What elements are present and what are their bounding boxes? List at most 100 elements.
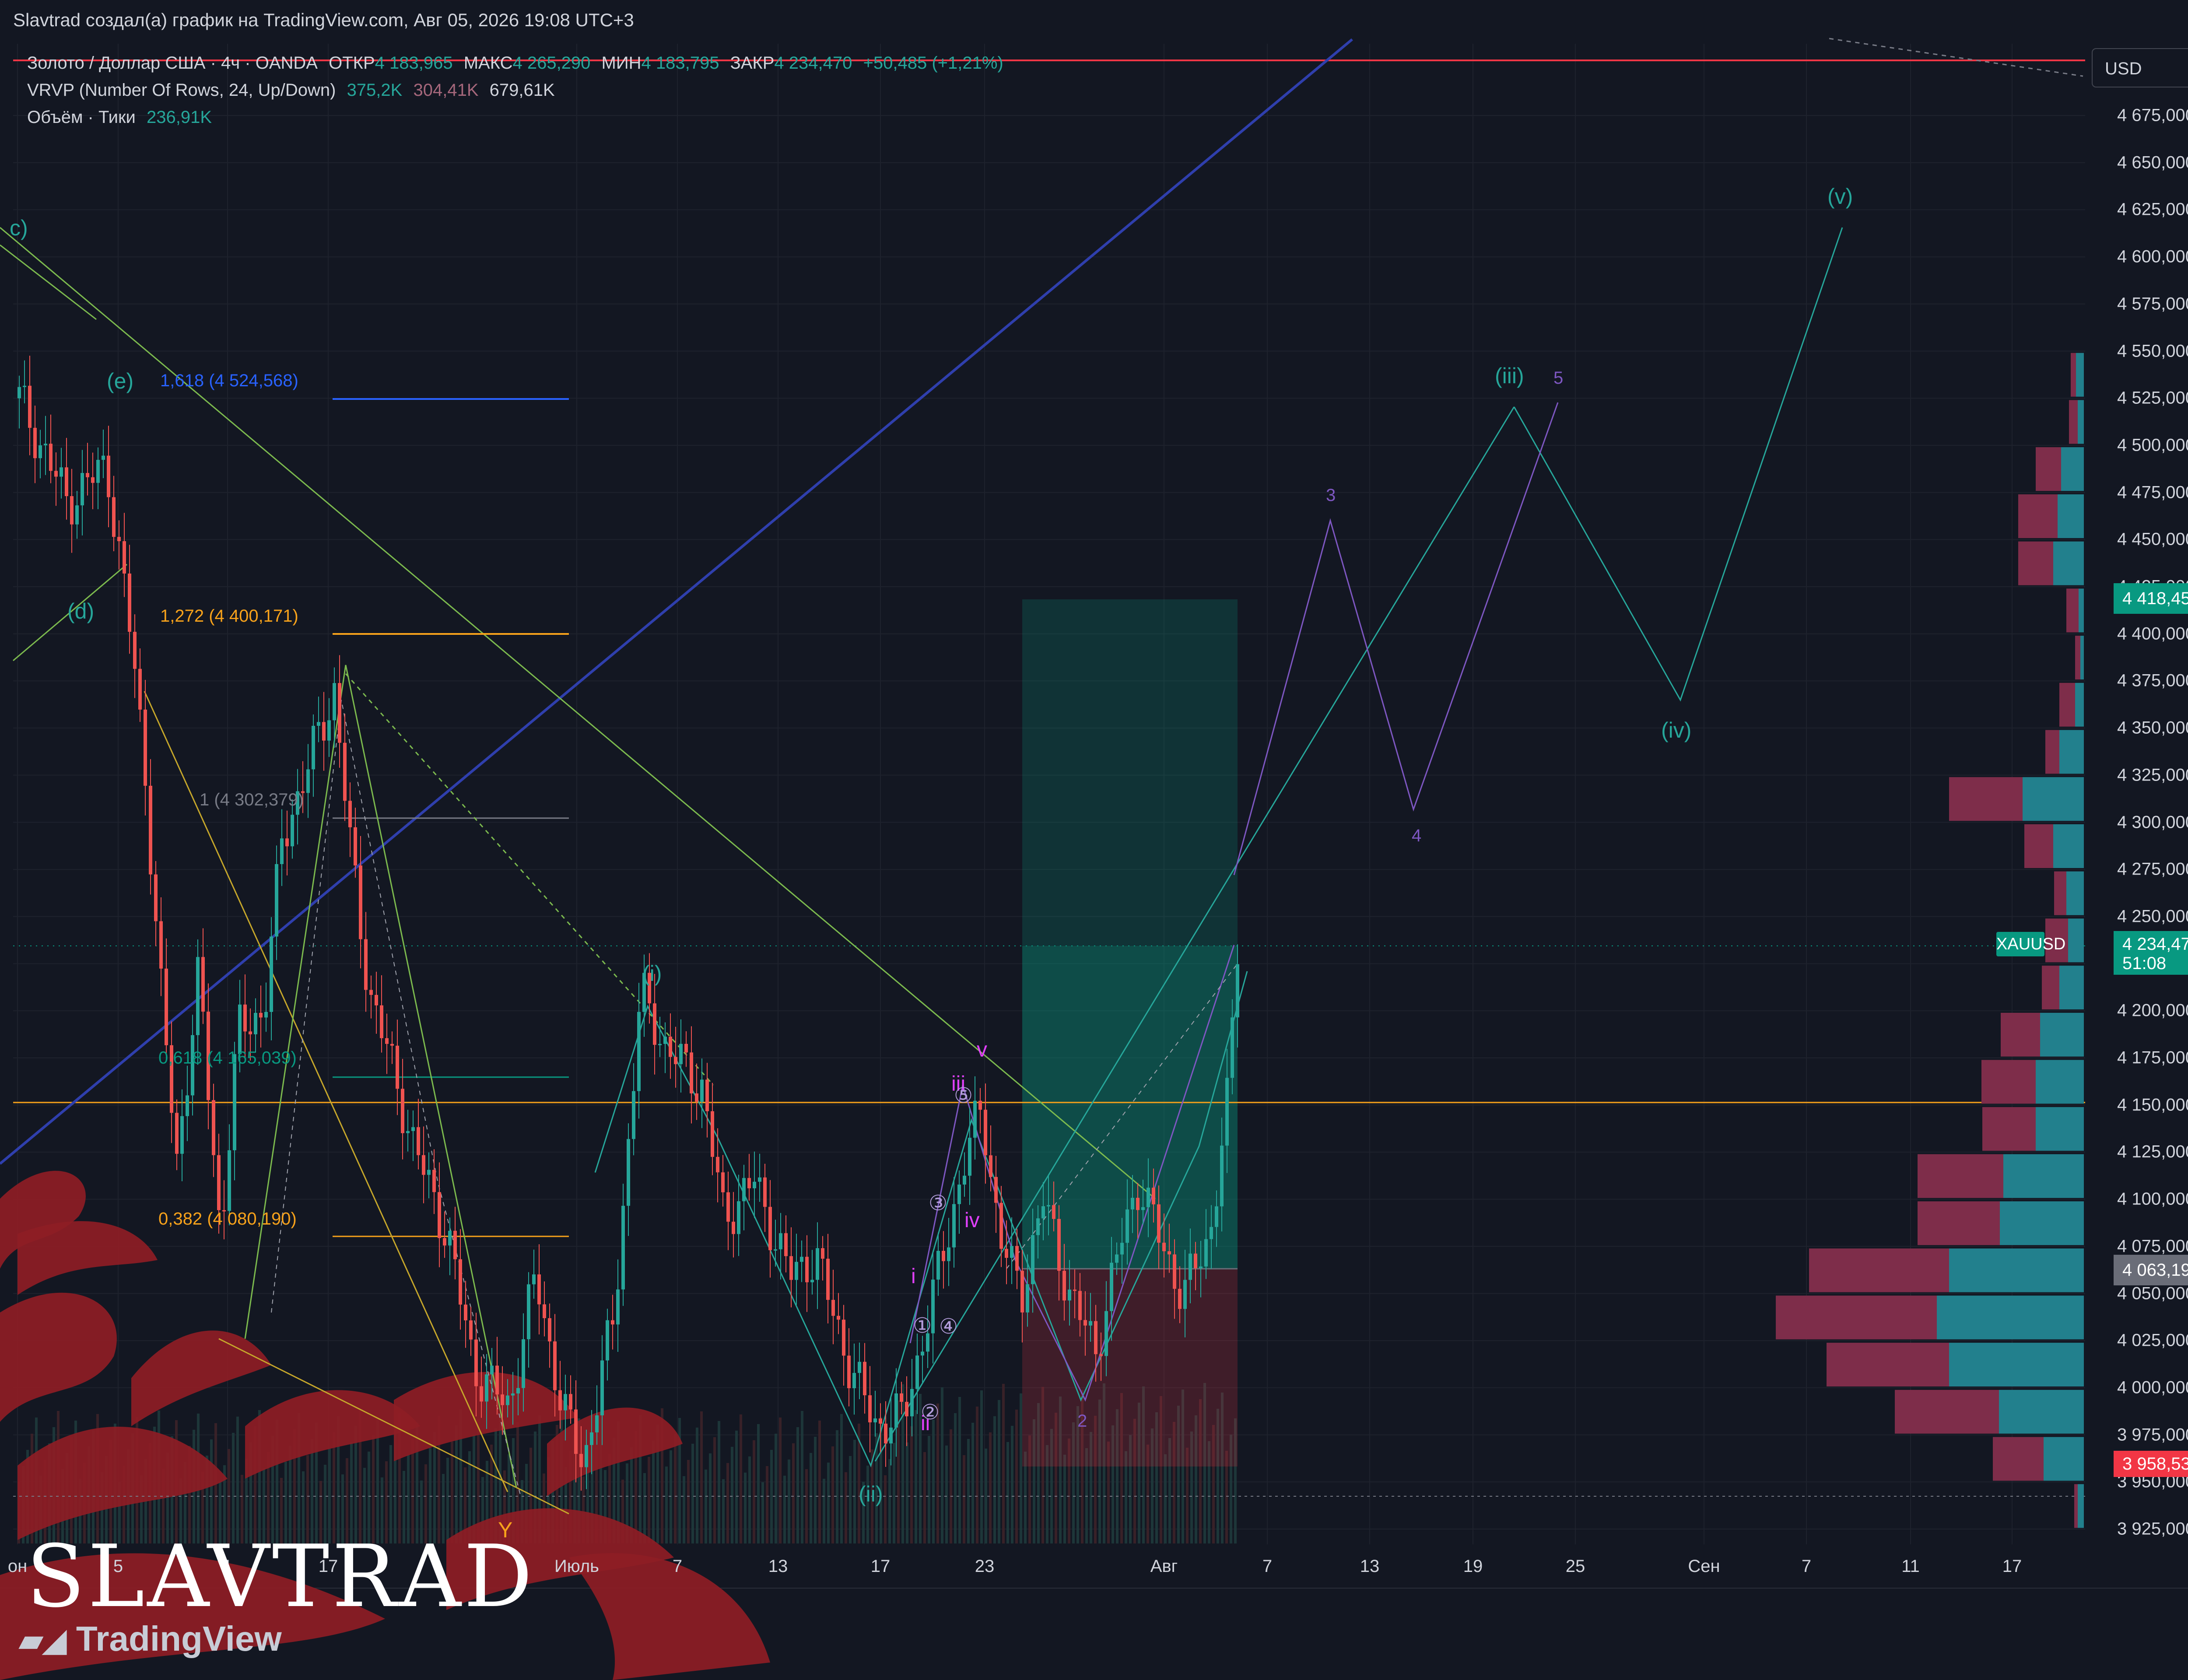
candle bbox=[705, 1063, 709, 1138]
candle-body bbox=[611, 1320, 614, 1325]
candle-body bbox=[180, 1116, 184, 1154]
candle bbox=[33, 406, 37, 483]
volume-bar bbox=[958, 1397, 961, 1544]
candle bbox=[39, 430, 42, 479]
candle-body bbox=[396, 1046, 399, 1089]
candle bbox=[312, 714, 315, 797]
candle bbox=[180, 1089, 184, 1182]
candle-body bbox=[663, 1036, 667, 1044]
candle-body bbox=[390, 1044, 394, 1046]
candle-body bbox=[1199, 1266, 1203, 1268]
price-axis-tick: 4 150,000 bbox=[2117, 1095, 2188, 1115]
wave-label-iv-minor: iv bbox=[964, 1209, 980, 1232]
candle-body bbox=[411, 1127, 415, 1131]
candle bbox=[653, 973, 656, 1075]
candle-body bbox=[574, 1409, 578, 1454]
volume-bar bbox=[665, 1466, 668, 1544]
candle-body bbox=[800, 1256, 803, 1262]
volume-profile-up-bar bbox=[2044, 1437, 2084, 1481]
volume-bar bbox=[740, 1414, 742, 1544]
vrvp-label[interactable]: VRVP (Number Of Rows, 24, Up/Down) bbox=[27, 80, 336, 100]
candle bbox=[963, 1152, 966, 1197]
candle bbox=[196, 939, 200, 1065]
candle-body bbox=[28, 385, 32, 428]
volume-profile-down-bar bbox=[1776, 1295, 1937, 1340]
candle-body bbox=[658, 1044, 662, 1046]
volume-profile-down-bar bbox=[2042, 966, 2059, 1010]
candle-body bbox=[406, 1131, 410, 1134]
price-axis-tick: 4 650,000 bbox=[2117, 153, 2188, 172]
volume-bar bbox=[713, 1437, 716, 1544]
candle bbox=[942, 1231, 945, 1289]
fib-level-1272[interactable]: 1,272 (4 400,171) bbox=[160, 606, 298, 626]
candle-body bbox=[1126, 1209, 1129, 1243]
price-axis-tick: 4 050,000 bbox=[2117, 1284, 2188, 1303]
candle bbox=[60, 448, 63, 499]
candle-body bbox=[453, 1231, 457, 1260]
candle-body bbox=[86, 473, 89, 477]
volume-bar bbox=[805, 1469, 808, 1544]
fib-level-0382[interactable]: 0,382 (4 080,190) bbox=[158, 1209, 297, 1229]
symbol-legend[interactable]: Золото / Доллар США · 4ч · OANDA ОТКР4 1… bbox=[27, 53, 1010, 73]
time-axis-tick: 19 bbox=[1463, 1557, 1483, 1576]
volume-bar bbox=[884, 1475, 887, 1544]
candle-body bbox=[973, 1100, 977, 1138]
candle-body bbox=[270, 936, 273, 1012]
candle-body bbox=[558, 1390, 562, 1410]
volume-profile-up-bar bbox=[2040, 1012, 2084, 1057]
volume-label[interactable]: Объём · Тики bbox=[27, 108, 136, 127]
candle-body bbox=[868, 1395, 872, 1423]
volume-bar bbox=[744, 1473, 747, 1544]
candle bbox=[81, 450, 84, 536]
volume-profile-down-bar bbox=[2024, 824, 2053, 868]
candle-body bbox=[175, 1113, 179, 1154]
candle-body bbox=[23, 385, 26, 387]
candle bbox=[144, 680, 147, 816]
candle-body bbox=[417, 1127, 420, 1155]
candle-body bbox=[333, 683, 336, 721]
fib-level-0618[interactable]: 0,618 (4 165,039) bbox=[158, 1048, 297, 1068]
candle bbox=[863, 1343, 866, 1414]
fib-level-1618[interactable]: 1,618 (4 524,568) bbox=[160, 371, 298, 391]
candle-body bbox=[942, 1251, 945, 1261]
volume-profile-up-bar bbox=[2036, 1107, 2084, 1151]
candle-body bbox=[532, 1274, 536, 1284]
price-chart[interactable] bbox=[0, 0, 2188, 1680]
candle bbox=[837, 1293, 840, 1334]
candle-body bbox=[1173, 1254, 1176, 1289]
volume-bar bbox=[753, 1440, 755, 1544]
candle bbox=[264, 982, 268, 1032]
candle-body bbox=[1131, 1197, 1134, 1210]
vrvp-legend[interactable]: VRVP (Number Of Rows, 24, Up/Down) 375,2… bbox=[27, 80, 561, 100]
candle bbox=[380, 975, 383, 1053]
candle bbox=[459, 1229, 462, 1330]
candle bbox=[868, 1366, 872, 1452]
candle-body bbox=[837, 1316, 840, 1320]
target-price-tag: 4 418,459 bbox=[2114, 583, 2188, 614]
currency-button[interactable]: USD bbox=[2092, 48, 2188, 88]
candle bbox=[632, 1063, 635, 1155]
fib-level-1[interactable]: 1 (4 302,379) bbox=[200, 790, 304, 810]
candle bbox=[669, 1013, 672, 1079]
wave-label-iv-major: (iv) bbox=[1661, 718, 1692, 742]
volume-bar bbox=[810, 1453, 812, 1544]
candle-body bbox=[894, 1393, 898, 1428]
time-axis-tick: 7 bbox=[1262, 1557, 1273, 1576]
entry-price-tag: 4 063,190 bbox=[2114, 1255, 2188, 1285]
symbol-name[interactable]: Золото / Доллар США · 4ч · OANDA bbox=[27, 53, 318, 73]
volume-bar bbox=[735, 1431, 738, 1544]
candle-body bbox=[1120, 1242, 1124, 1255]
tradingview-logo: ▰◢ TradingView bbox=[19, 1619, 282, 1659]
candle bbox=[826, 1234, 830, 1324]
volume-profile-down-bar bbox=[1918, 1154, 2003, 1198]
volume-bar bbox=[980, 1390, 983, 1544]
candle-body bbox=[789, 1256, 793, 1280]
wave-label-5: 5 bbox=[1553, 368, 1564, 388]
high-label: МАКС bbox=[463, 53, 513, 73]
volume-bar bbox=[985, 1449, 987, 1544]
volume-legend[interactable]: Объём · Тики 236,91K bbox=[27, 108, 218, 127]
volume-bar bbox=[954, 1413, 957, 1544]
candle bbox=[259, 985, 263, 1048]
candle bbox=[831, 1270, 835, 1344]
volume-profile-down-bar bbox=[1918, 1201, 2000, 1245]
